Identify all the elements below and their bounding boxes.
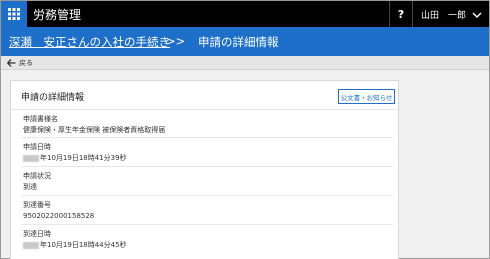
- field-form-name: 申請書様名 健康保険・厚生年金保険 被保険者資格取得届: [23, 114, 393, 135]
- help-button[interactable]: ?: [389, 1, 413, 27]
- chevron-down-icon[interactable]: [472, 11, 482, 19]
- redacted-mark: [23, 154, 39, 162]
- page-title-bar: 深瀬 安正さんの入社の手続き >> 申請の詳細情報: [1, 27, 489, 56]
- breadcrumb-link[interactable]: 深瀬 安正さんの入社の手続き: [9, 34, 170, 50]
- field-value: 年10月19日18時41分39秒: [40, 154, 127, 162]
- field-status: 申請状況 到達: [23, 171, 393, 192]
- breadcrumb-separator: >>: [166, 34, 186, 48]
- apps-grid-icon: [8, 8, 20, 20]
- field-label: 到達番号: [23, 201, 51, 209]
- field-value-row: 年10月19日18時44分45秒: [23, 240, 393, 250]
- field-arrival-number: 到達番号 9502022000158528: [23, 200, 393, 221]
- field-label: 申請書様名: [23, 115, 58, 123]
- divider: [21, 137, 393, 138]
- divider: [21, 224, 393, 225]
- card-title: 申請の詳細情報: [21, 93, 85, 103]
- notice-button[interactable]: 公文書・お知らせ: [338, 89, 395, 104]
- user-name[interactable]: 山田 一郎: [421, 8, 466, 21]
- field-label: 申請状況: [23, 172, 51, 180]
- field-value: 9502022000158528: [23, 212, 95, 220]
- field-value: 年10月19日18時44分45秒: [40, 241, 127, 249]
- back-bar: 戻る: [1, 56, 489, 70]
- detail-card: 申請の詳細情報 公文書・お知らせ 申請書様名 健康保険・厚生年金保険 被保険者資…: [10, 80, 399, 259]
- redacted-mark: [23, 241, 39, 249]
- divider: [11, 109, 398, 110]
- field-value: 健康保険・厚生年金保険 被保険者資格取得届: [23, 126, 166, 134]
- field-value-row: 年10月19日18時41分39秒: [23, 153, 393, 163]
- field-label: 到達日時: [23, 230, 51, 238]
- top-bar: 労務管理 ? 山田 一郎: [1, 1, 489, 27]
- field-label: 申請日時: [23, 143, 51, 151]
- field-arrival-date: 到達日時 年10月19日18時44分45秒: [23, 229, 393, 250]
- app-launcher-button[interactable]: [1, 1, 27, 27]
- app-title: 労務管理: [33, 8, 82, 22]
- arrow-left-icon[interactable]: [7, 59, 16, 67]
- back-link[interactable]: 戻る: [19, 58, 33, 68]
- divider: [21, 166, 393, 167]
- field-apply-date: 申請日時 年10月19日18時41分39秒: [23, 142, 393, 163]
- divider: [21, 195, 393, 196]
- field-value: 到達: [23, 183, 37, 191]
- page-title: 申請の詳細情報: [198, 35, 279, 49]
